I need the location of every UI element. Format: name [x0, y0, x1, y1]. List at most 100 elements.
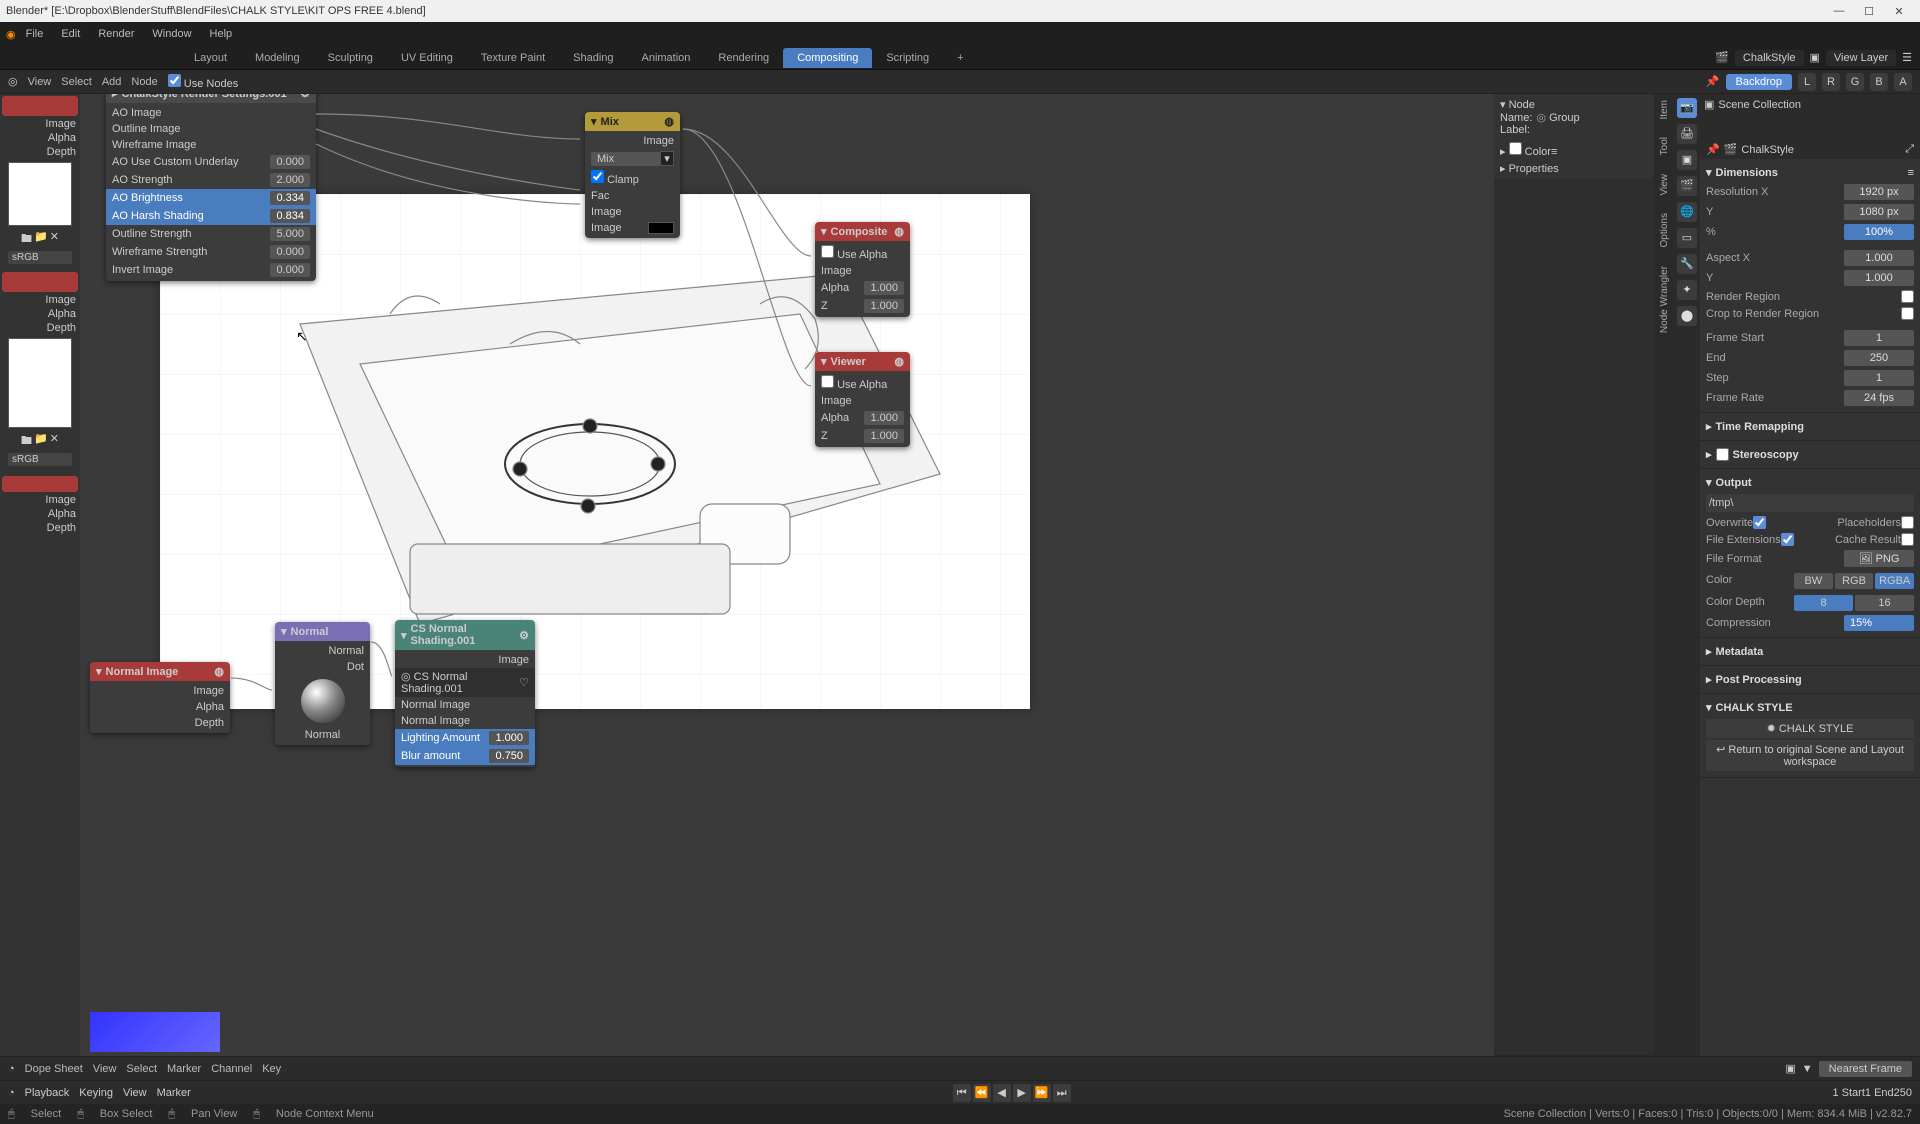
thumbnail-2[interactable]	[8, 338, 72, 428]
current-frame[interactable]: 1	[1832, 1087, 1838, 1099]
node-name-field[interactable]: ◎ Group	[1536, 112, 1579, 124]
node-normal[interactable]: ▾ Normal Normal Dot Normal	[275, 622, 370, 745]
btn-node[interactable]: Node	[131, 76, 157, 88]
filter-icon[interactable]: ▼	[1802, 1063, 1813, 1075]
tab-add[interactable]: +	[943, 48, 977, 68]
mix-mode[interactable]: Mix	[591, 152, 660, 166]
node-normal-image[interactable]: ▾ Normal Image◍ Image Alpha Depth	[90, 662, 230, 733]
ds-channel[interactable]: Channel	[211, 1063, 252, 1075]
vtab-wrangler[interactable]: Node Wrangler	[1659, 266, 1670, 333]
colorspace-select-2[interactable]: sRGB	[8, 453, 72, 466]
preset-icon[interactable]: ≡	[1908, 167, 1914, 179]
options-icon[interactable]: ◍	[894, 225, 904, 238]
options-icon[interactable]: ◍	[664, 115, 674, 128]
mix-fac[interactable]: Fac	[585, 188, 680, 204]
aspect-y[interactable]: 1.000	[1844, 270, 1914, 286]
outliner[interactable]: ▣Scene Collection	[1700, 94, 1920, 140]
prop-output-icon[interactable]: 🖨	[1677, 124, 1697, 144]
node-viewer[interactable]: ▾ Viewer◍ Use Alpha Image Alpha1.000 Z1.…	[815, 352, 910, 447]
render-layers-node-partial-2[interactable]	[2, 272, 78, 292]
settings-row[interactable]: Outline Strength5.000	[106, 225, 316, 243]
depth-8[interactable]: 8	[1794, 595, 1853, 611]
file-ext[interactable]	[1781, 533, 1794, 546]
editor-type-icon[interactable]: ◎	[8, 75, 18, 88]
prop-viewlayer-icon[interactable]: ▣	[1677, 150, 1697, 170]
composite-usealpha[interactable]: Use Alpha	[821, 245, 887, 261]
ds-view[interactable]: View	[93, 1063, 117, 1075]
depth-16[interactable]: 16	[1855, 595, 1914, 611]
pb-view[interactable]: View	[123, 1087, 147, 1099]
frame-step[interactable]: 1	[1844, 370, 1914, 386]
btn-select[interactable]: Select	[61, 76, 92, 88]
list-icon[interactable]: ≡	[1551, 146, 1557, 158]
settings-row[interactable]: Outline Image	[106, 121, 316, 137]
mix-clamp[interactable]: Clamp	[591, 170, 639, 186]
settings-row[interactable]: Wireframe Image	[106, 137, 316, 153]
menu-render[interactable]: Render	[90, 24, 142, 44]
settings-row[interactable]: AO Brightness0.334	[106, 189, 316, 207]
prop-modifier-icon[interactable]: 🔧	[1677, 254, 1697, 274]
channel-b[interactable]: B	[1870, 73, 1888, 91]
start-frame[interactable]: 1	[1865, 1087, 1871, 1099]
ds-marker[interactable]: Marker	[167, 1063, 201, 1075]
pb-marker[interactable]: Marker	[157, 1087, 191, 1099]
prop-scene-icon[interactable]: 🎬	[1677, 176, 1697, 196]
channel-l[interactable]: L	[1798, 73, 1816, 91]
tab-uv[interactable]: UV Editing	[387, 48, 467, 68]
node-composite[interactable]: ▾ Composite◍ Use Alpha Image Alpha1.000 …	[815, 222, 910, 317]
sphere-preview[interactable]	[301, 679, 345, 723]
remove-icon[interactable]: ✕	[50, 230, 59, 249]
overwrite[interactable]	[1753, 516, 1766, 529]
tab-shading[interactable]: Shading	[559, 48, 627, 68]
node-color-toggle[interactable]	[1509, 142, 1522, 155]
menu-file[interactable]: File	[18, 24, 52, 44]
keyframe-next-icon[interactable]: ⏩	[1033, 1084, 1051, 1102]
node-cs-normal-shading[interactable]: ▾ CS Normal Shading.001⚙ Image ◎ CS Norm…	[395, 620, 535, 767]
btn-view[interactable]: View	[28, 76, 52, 88]
mix-img1[interactable]: Image	[585, 204, 680, 220]
menu-help[interactable]: Help	[202, 24, 241, 44]
channel-a[interactable]: A	[1894, 73, 1912, 91]
jump-start-icon[interactable]: ⏮	[953, 1084, 971, 1102]
tab-modeling[interactable]: Modeling	[241, 48, 314, 68]
settings-row[interactable]: AO Harsh Shading0.834	[106, 207, 316, 225]
tab-compositing[interactable]: Compositing	[783, 48, 872, 68]
settings-row[interactable]: AO Use Custom Underlay0.000	[106, 153, 316, 171]
prop-world-icon[interactable]: 🌐	[1677, 202, 1697, 222]
folder-icon-2[interactable]: 📁	[34, 432, 48, 451]
browse-icon[interactable]: 🖿	[21, 230, 32, 249]
crop-region[interactable]	[1901, 307, 1914, 320]
pb-keying[interactable]: Keying	[79, 1087, 113, 1099]
prop-render-icon[interactable]: 📷	[1677, 98, 1697, 118]
node-editor[interactable]: ▸ChalkStyle Render Settings.001⚙ AO Imag…	[80, 94, 1494, 1056]
prop-object-icon[interactable]: ▭	[1677, 228, 1697, 248]
return-button[interactable]: ↩ Return to original Scene and Layout wo…	[1706, 740, 1914, 771]
end-frame[interactable]: 250	[1894, 1087, 1912, 1099]
expand-icon[interactable]: ⤢	[1905, 143, 1914, 156]
play-icon[interactable]: ▶	[1013, 1084, 1031, 1102]
viewlayer-select[interactable]: View Layer	[1826, 50, 1896, 66]
vtab-options[interactable]: Options	[1659, 213, 1670, 247]
tab-rendering[interactable]: Rendering	[704, 48, 783, 68]
summary-icon[interactable]: ▣	[1785, 1062, 1795, 1075]
menu-window[interactable]: Window	[144, 24, 199, 44]
render-layers-node-partial-3[interactable]	[2, 476, 78, 492]
node-chalkstyle-settings[interactable]: ▸ChalkStyle Render Settings.001⚙ AO Imag…	[106, 94, 316, 281]
color-rgb[interactable]: RGB	[1835, 573, 1874, 589]
menu-edit[interactable]: Edit	[53, 24, 88, 44]
frame-start[interactable]: 1	[1844, 330, 1914, 346]
viewer-image[interactable]: Image	[815, 393, 910, 409]
btn-add[interactable]: Add	[102, 76, 122, 88]
render-layers-node-partial[interactable]	[2, 96, 78, 116]
vtab-item[interactable]: Item	[1659, 100, 1670, 119]
thumbnail-1[interactable]	[8, 162, 72, 226]
channel-r[interactable]: R	[1822, 73, 1840, 91]
mix-img2[interactable]: Image	[585, 220, 680, 236]
tab-sculpting[interactable]: Sculpting	[314, 48, 387, 68]
file-format[interactable]: 🖼 PNG	[1844, 550, 1914, 567]
chalkstyle-button[interactable]: ✹ CHALK STYLE	[1706, 719, 1914, 738]
snap-mode[interactable]: Nearest Frame	[1819, 1061, 1912, 1077]
tab-texpaint[interactable]: Texture Paint	[467, 48, 559, 68]
timeline-icon[interactable]: ◔	[8, 1087, 15, 1099]
compression[interactable]: 15%	[1844, 615, 1914, 631]
